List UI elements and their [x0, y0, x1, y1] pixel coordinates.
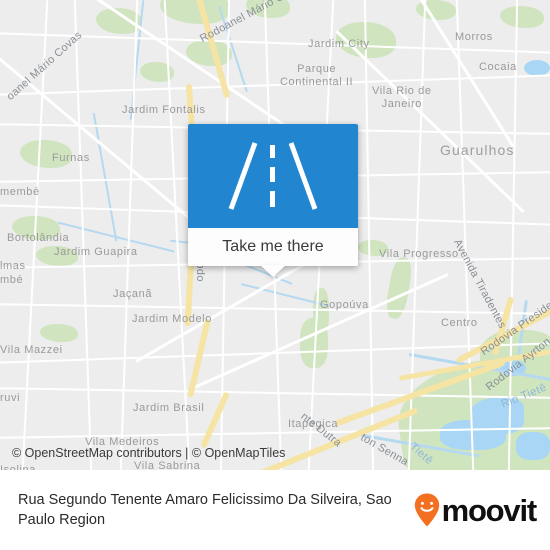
map-water-label: Rio Tietê — [499, 381, 549, 411]
moovit-map-screen: Jardim City Morros Cocaia Parque Continenta… — [0, 0, 550, 550]
popup-image — [188, 124, 358, 228]
map-popup[interactable]: Take me there — [188, 124, 358, 277]
moovit-pin-icon — [414, 493, 439, 527]
map-attribution[interactable]: © OpenStreetMap contributors | © OpenMap… — [12, 446, 285, 460]
map-water-label: Tietê — [407, 440, 436, 468]
map-canvas[interactable]: Jardim City Morros Cocaia Parque Continenta… — [0, 0, 550, 470]
moovit-wordmark: moovit — [441, 492, 538, 528]
road-perspective-icon — [228, 142, 318, 210]
popup-tail — [260, 265, 286, 277]
take-me-there-button[interactable]: Take me there — [188, 228, 358, 266]
location-title: Rua Segundo Tenente Amaro Felicissimo Da… — [18, 492, 392, 528]
footer-bar: Rua Segundo Tenente Amaro Felicissimo Da… — [0, 470, 550, 550]
moovit-logo[interactable]: moovit — [414, 492, 538, 528]
